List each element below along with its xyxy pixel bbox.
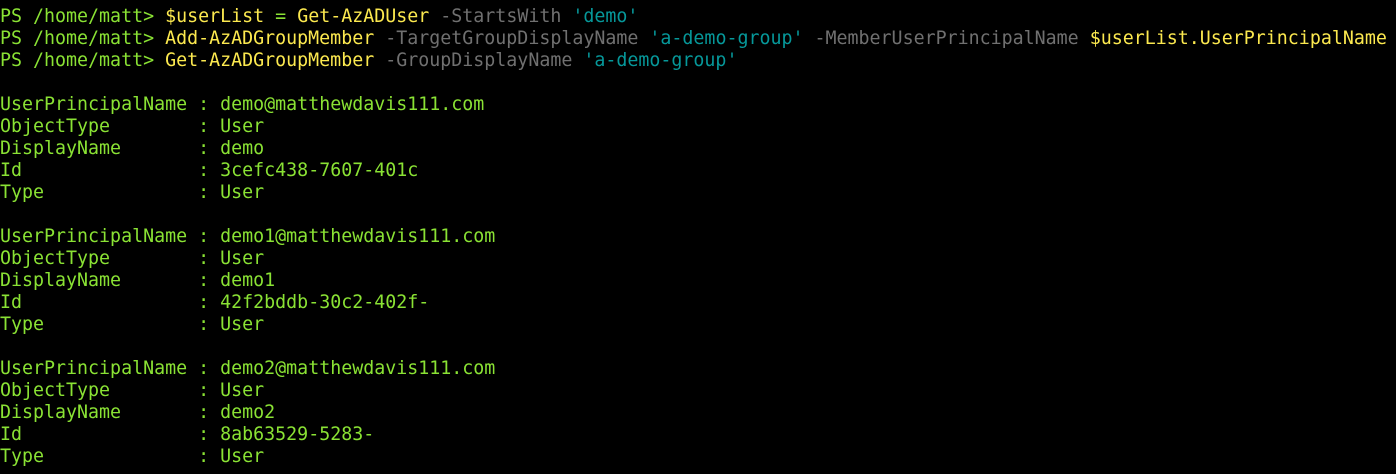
field-value: User (220, 446, 265, 467)
field-separator: : (187, 358, 221, 379)
field-key: DisplayName (0, 402, 188, 423)
output-field: DisplayName : demo1 (0, 270, 1396, 292)
field-value: demo2 (220, 402, 276, 423)
field-value: demo1@matthewdavis111.com (220, 226, 496, 247)
output-field: Type : User (0, 314, 1396, 336)
field-separator: : (187, 226, 221, 247)
field-separator: : (187, 446, 221, 467)
output-field: Type : User (0, 182, 1396, 204)
parameter-token: -TargetGroupDisplayName (385, 28, 639, 49)
field-separator: : (187, 94, 221, 115)
command-line: PS /home/matt> $userList = Get-AzADUser … (0, 6, 1396, 28)
text-token: = (264, 6, 298, 27)
field-separator: : (187, 138, 221, 159)
string-token: 'a-demo-group' (649, 28, 804, 49)
field-key: UserPrincipalName (0, 358, 188, 379)
field-key: ObjectType (0, 248, 188, 269)
field-key: Type (0, 446, 188, 467)
prompt: PS /home/matt> (0, 28, 166, 49)
field-separator: : (187, 402, 221, 423)
property-token: .UserPrincipalName (1188, 28, 1387, 49)
prompt: PS /home/matt> (0, 6, 166, 27)
output-field: DisplayName : demo2 (0, 402, 1396, 424)
string-token: 'a-demo-group' (583, 50, 738, 71)
field-separator: : (187, 380, 221, 401)
field-value: demo@matthewdavis111.com (220, 94, 485, 115)
output-field: UserPrincipalName : demo@matthewdavis111… (0, 94, 1396, 116)
output-field: Id : 42f2bddb-30c2-402f- (0, 292, 1396, 314)
field-key: ObjectType (0, 380, 188, 401)
field-separator: : (187, 248, 221, 269)
field-value: 8ab63529-5283- (220, 424, 375, 445)
terminal-window[interactable]: PS /home/matt> $userList = Get-AzADUser … (0, 6, 1396, 468)
field-value: User (220, 116, 265, 137)
output-field: Type : User (0, 446, 1396, 468)
field-separator: : (187, 270, 221, 291)
field-key: Id (0, 292, 188, 313)
output-field: UserPrincipalName : demo1@matthewdavis11… (0, 226, 1396, 248)
field-value: demo1 (220, 270, 276, 291)
field-value: demo2@matthewdavis111.com (220, 358, 496, 379)
output-field: ObjectType : User (0, 380, 1396, 402)
field-separator: : (187, 292, 221, 313)
field-key: Id (0, 160, 188, 181)
field-value: User (220, 380, 265, 401)
output-field: ObjectType : User (0, 116, 1396, 138)
output-field: Id : 3cefc438-7607-401c (0, 160, 1396, 182)
output-field: Id : 8ab63529-5283- (0, 424, 1396, 446)
field-key: DisplayName (0, 138, 188, 159)
field-key: UserPrincipalName (0, 94, 188, 115)
prompt: PS /home/matt> (0, 50, 166, 71)
field-key: Id (0, 424, 188, 445)
field-separator: : (187, 160, 221, 181)
field-value: 3cefc438-7607-401c (220, 160, 419, 181)
field-value: User (220, 314, 265, 335)
field-separator: : (187, 314, 221, 335)
command-token: Get-AzADUser (297, 6, 430, 27)
command-line: PS /home/matt> Add-AzADGroupMember -Targ… (0, 28, 1396, 50)
variable-token: $userList (1089, 28, 1189, 49)
string-token: 'demo' (572, 6, 639, 27)
parameter-token: -GroupDisplayName (385, 50, 573, 71)
parameter-token: -StartsWith (440, 6, 562, 27)
field-separator: : (187, 182, 221, 203)
command-line: PS /home/matt> Get-AzADGroupMember -Grou… (0, 50, 1396, 72)
field-value: demo (220, 138, 265, 159)
field-separator: : (187, 116, 221, 137)
parameter-token: -MemberUserPrincipalName (814, 28, 1079, 49)
field-key: DisplayName (0, 270, 188, 291)
output-field: ObjectType : User (0, 248, 1396, 270)
field-separator: : (187, 424, 221, 445)
field-value: 42f2bddb-30c2-402f- (220, 292, 430, 313)
output-field: UserPrincipalName : demo2@matthewdavis11… (0, 358, 1396, 380)
field-key: UserPrincipalName (0, 226, 188, 247)
field-key: Type (0, 182, 188, 203)
command-token: Get-AzADGroupMember (165, 50, 375, 71)
variable-token: $userList (165, 6, 265, 27)
output-field: DisplayName : demo (0, 138, 1396, 160)
field-value: User (220, 182, 265, 203)
field-key: ObjectType (0, 116, 188, 137)
command-token: Add-AzADGroupMember (165, 28, 375, 49)
field-key: Type (0, 314, 188, 335)
field-value: User (220, 248, 265, 269)
